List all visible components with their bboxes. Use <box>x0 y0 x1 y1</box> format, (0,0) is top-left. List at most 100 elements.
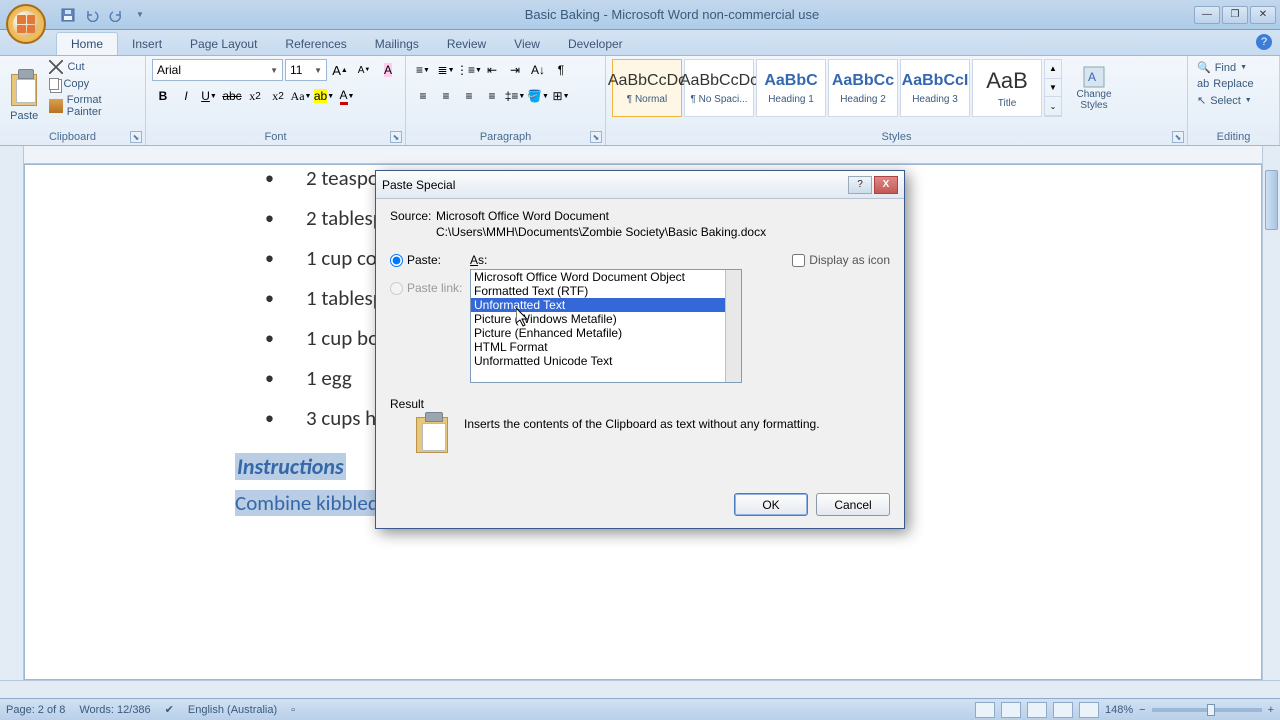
shrink-font-button[interactable]: A▼ <box>353 59 375 81</box>
grow-font-button[interactable]: A▲ <box>329 59 351 81</box>
status-page[interactable]: Page: 2 of 8 <box>6 704 65 716</box>
list-option[interactable]: Formatted Text (RTF) <box>471 284 741 298</box>
paste-icon <box>11 74 37 106</box>
select-button[interactable]: ↖Select ▼ <box>1194 92 1273 109</box>
view-web-layout[interactable] <box>1027 702 1047 718</box>
tab-home[interactable]: Home <box>56 32 118 55</box>
zoom-in-button[interactable]: + <box>1268 704 1274 716</box>
view-fullading-reading[interactable] <box>1001 702 1021 718</box>
listbox-scrollbar[interactable] <box>725 270 741 382</box>
justify-button[interactable]: ≡ <box>481 85 503 107</box>
tab-page-layout[interactable]: Page Layout <box>176 33 271 55</box>
display-as-icon-checkbox[interactable]: Display as icon <box>792 253 890 267</box>
tab-insert[interactable]: Insert <box>118 33 176 55</box>
change-case-button[interactable]: Aa▼ <box>290 85 312 107</box>
find-button[interactable]: 🔍Find ▼ <box>1194 59 1273 76</box>
dialog-help-button[interactable]: ? <box>848 176 872 194</box>
paragraph-dialog-launcher[interactable]: ⬊ <box>590 131 602 143</box>
styles-gallery-more[interactable]: ▲▼⌄ <box>1044 59 1062 117</box>
style-no-spacing[interactable]: AaBbCcDc¶ No Spaci... <box>684 59 754 117</box>
decrease-indent-button[interactable]: ⇤ <box>481 59 503 81</box>
qat-more-icon[interactable]: ▼ <box>130 5 150 25</box>
style-heading3[interactable]: AaBbCcIHeading 3 <box>900 59 970 117</box>
font-dialog-launcher[interactable]: ⬊ <box>390 131 402 143</box>
align-left-button[interactable]: ≡ <box>412 85 434 107</box>
bullets-button[interactable]: ≡▼ <box>412 59 434 81</box>
list-option[interactable]: Unformatted Unicode Text <box>471 354 741 368</box>
copy-button[interactable]: Copy <box>46 77 139 91</box>
style-heading1[interactable]: AaBbCHeading 1 <box>756 59 826 117</box>
dialog-close-button[interactable]: X <box>874 176 898 194</box>
redo-icon[interactable] <box>106 5 126 25</box>
subscript-button[interactable]: x2 <box>244 85 266 107</box>
as-label: As: <box>470 253 780 267</box>
superscript-button[interactable]: x2 <box>267 85 289 107</box>
paste-button[interactable]: Paste <box>6 59 42 125</box>
list-option[interactable]: Microsoft Office Word Document Object <box>471 270 741 284</box>
horizontal-scrollbar[interactable] <box>0 680 1280 698</box>
increase-indent-button[interactable]: ⇥ <box>504 59 526 81</box>
styles-dialog-launcher[interactable]: ⬊ <box>1172 131 1184 143</box>
cut-button[interactable]: Cut <box>46 59 139 75</box>
close-button[interactable]: ✕ <box>1250 6 1276 24</box>
highlight-button[interactable]: ab▼ <box>313 85 335 107</box>
maximize-button[interactable]: ❐ <box>1222 6 1248 24</box>
show-marks-button[interactable]: ¶ <box>550 59 572 81</box>
tab-mailings[interactable]: Mailings <box>361 33 433 55</box>
office-button[interactable] <box>6 4 46 44</box>
tab-developer[interactable]: Developer <box>554 33 637 55</box>
font-name-combo[interactable]: Arial▼ <box>152 59 283 81</box>
change-styles-button[interactable]: A Change Styles <box>1068 59 1120 117</box>
list-option[interactable]: Picture (Windows Metafile) <box>471 312 741 326</box>
font-color-button[interactable]: A▼ <box>336 85 358 107</box>
list-option[interactable]: Picture (Enhanced Metafile) <box>471 326 741 340</box>
status-proofing-icon[interactable]: ✔ <box>165 703 174 716</box>
clipboard-dialog-launcher[interactable]: ⬊ <box>130 131 142 143</box>
dialog-titlebar[interactable]: Paste Special ? X <box>376 171 904 199</box>
format-painter-button[interactable]: Format Painter <box>46 93 139 119</box>
align-center-button[interactable]: ≡ <box>435 85 457 107</box>
tab-review[interactable]: Review <box>433 33 500 55</box>
zoom-thumb[interactable] <box>1207 704 1215 716</box>
status-words[interactable]: Words: 12/386 <box>79 704 150 716</box>
save-icon[interactable] <box>58 5 78 25</box>
italic-button[interactable]: I <box>175 85 197 107</box>
numbering-button[interactable]: ≣▼ <box>435 59 457 81</box>
view-draft[interactable] <box>1079 702 1099 718</box>
underline-button[interactable]: U▼ <box>198 85 220 107</box>
tab-view[interactable]: View <box>500 33 554 55</box>
cancel-button[interactable]: Cancel <box>816 493 890 516</box>
sort-button[interactable]: A↓ <box>527 59 549 81</box>
style-title[interactable]: AaBTitle <box>972 59 1042 117</box>
bold-button[interactable]: B <box>152 85 174 107</box>
scroll-thumb[interactable] <box>1265 170 1278 230</box>
shading-button[interactable]: 🪣▼ <box>527 85 549 107</box>
clear-formatting-button[interactable]: A <box>377 59 399 81</box>
view-print-layout[interactable] <box>975 702 995 718</box>
paste-radio[interactable]: Paste: <box>390 253 470 267</box>
minimize-button[interactable]: — <box>1194 6 1220 24</box>
format-listbox[interactable]: Microsoft Office Word Document Object Fo… <box>470 269 742 383</box>
zoom-slider[interactable] <box>1152 708 1262 712</box>
list-option[interactable]: HTML Format <box>471 340 741 354</box>
status-macro-icon[interactable]: ▫ <box>291 704 295 716</box>
strikethrough-button[interactable]: abc <box>221 85 243 107</box>
status-language[interactable]: English (Australia) <box>188 704 277 716</box>
borders-button[interactable]: ⊞▼ <box>550 85 572 107</box>
view-outline[interactable] <box>1053 702 1073 718</box>
help-icon[interactable]: ? <box>1256 34 1272 50</box>
align-right-button[interactable]: ≡ <box>458 85 480 107</box>
zoom-out-button[interactable]: − <box>1139 704 1145 716</box>
tab-references[interactable]: References <box>271 33 360 55</box>
font-size-combo[interactable]: 11▼ <box>285 59 327 81</box>
zoom-level[interactable]: 148% <box>1105 704 1133 716</box>
style-heading2[interactable]: AaBbCcHeading 2 <box>828 59 898 117</box>
multilevel-button[interactable]: ⋮≡▼ <box>458 59 480 81</box>
list-option-selected[interactable]: Unformatted Text <box>471 298 741 312</box>
replace-button[interactable]: abReplace <box>1194 76 1273 92</box>
vertical-scrollbar[interactable] <box>1262 146 1280 680</box>
line-spacing-button[interactable]: ‡≡▼ <box>504 85 526 107</box>
style-normal[interactable]: AaBbCcDc¶ Normal <box>612 59 682 117</box>
undo-icon[interactable] <box>82 5 102 25</box>
ok-button[interactable]: OK <box>734 493 808 516</box>
